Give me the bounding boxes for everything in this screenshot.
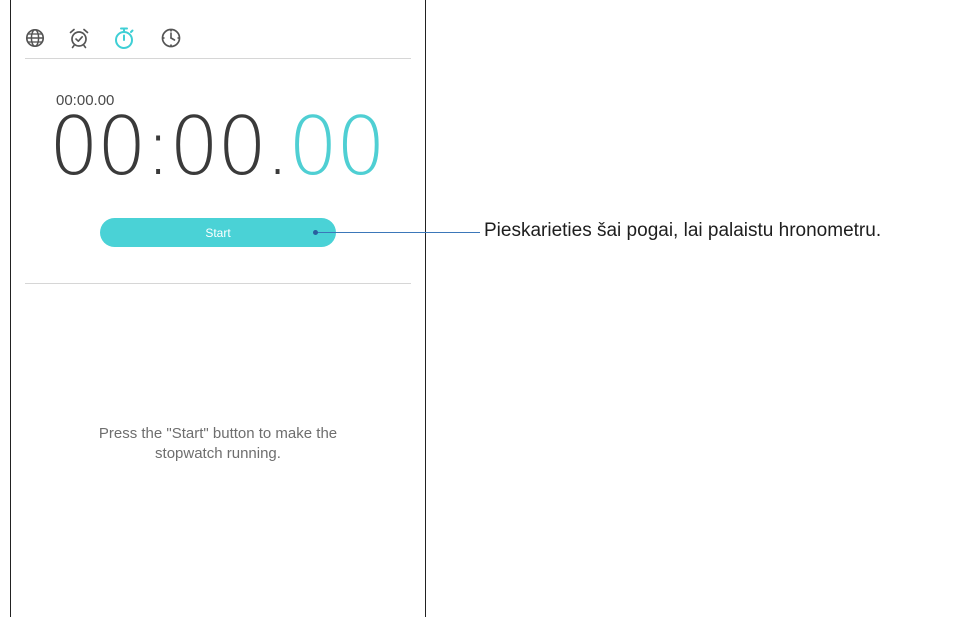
tab-bar-divider xyxy=(25,58,411,59)
timer-icon xyxy=(161,28,181,48)
start-button[interactable]: Start xyxy=(100,218,336,247)
callout-text: Pieskarieties šai pogai, lai palaistu hr… xyxy=(484,220,882,241)
globe-icon xyxy=(25,28,45,48)
start-hint-line-2: stopwatch running. xyxy=(155,445,281,462)
callout-anchor-dot xyxy=(313,230,318,235)
tab-timer[interactable] xyxy=(157,20,185,56)
tab-alarm[interactable] xyxy=(65,20,93,56)
tab-world-clock[interactable] xyxy=(21,20,49,56)
stopwatch-screen: 00:00.00 00:00.00 Start Press the "Start… xyxy=(10,0,426,617)
main-time-minutes-seconds: 00:00. xyxy=(49,100,290,193)
tab-stopwatch[interactable] xyxy=(110,20,138,56)
start-hint-text: Press the "Start" button to make the stop… xyxy=(11,424,425,464)
laps-divider xyxy=(25,283,411,284)
stopwatch-icon xyxy=(115,27,134,49)
alarm-icon xyxy=(69,28,89,49)
clock-tab-bar xyxy=(11,20,425,56)
main-time-centiseconds: 00 xyxy=(288,100,386,193)
main-time-readout: 00:00.00 xyxy=(49,102,414,192)
start-hint-line-1: Press the "Start" button to make the xyxy=(98,425,338,442)
callout-leader-line xyxy=(316,232,480,233)
